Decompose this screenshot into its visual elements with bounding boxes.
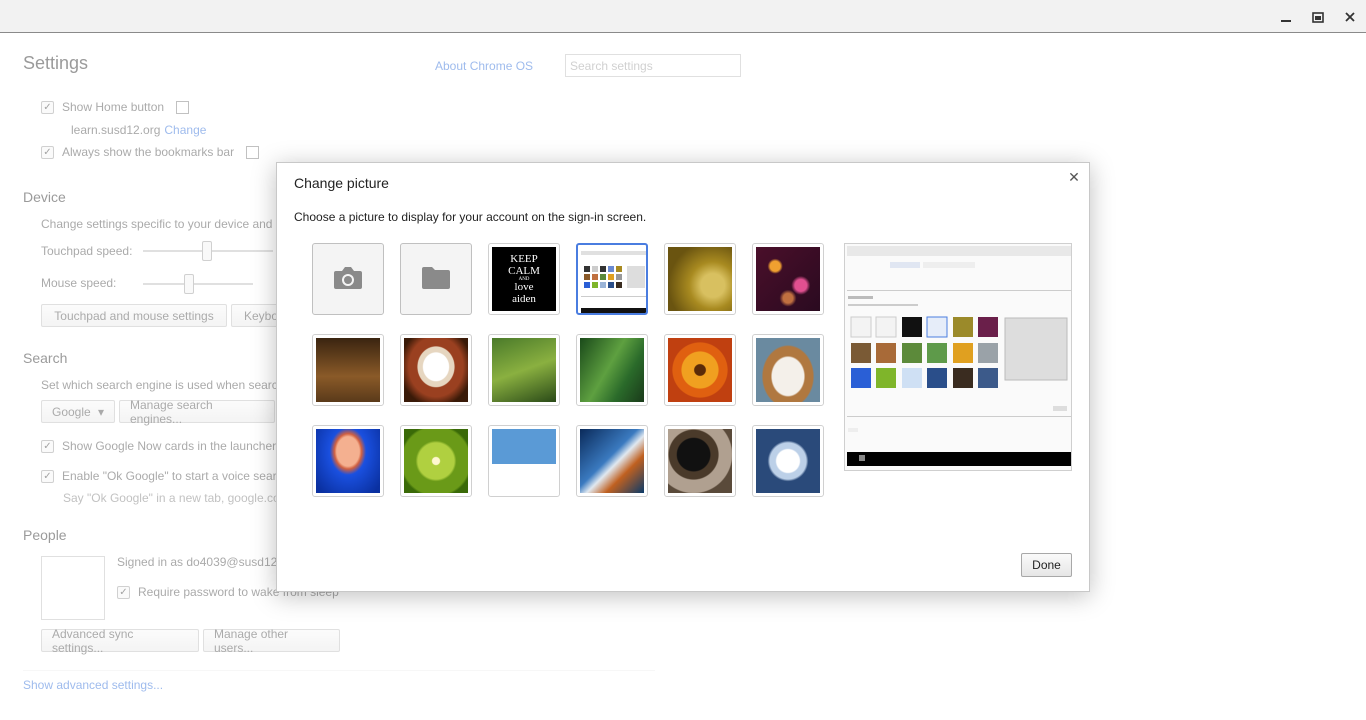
done-button[interactable]: Done [1021,553,1072,577]
camera-tile[interactable] [312,243,384,315]
fish-image [580,429,644,493]
chevron-down-icon: ▾ [97,404,104,419]
jellyfish-image [316,429,380,493]
device-heading: Device [23,189,66,205]
people-heading: People [23,527,67,543]
signed-in-label: Signed in as do4039@susd12 [117,555,278,569]
advanced-sync-button[interactable]: Advanced sync settings... [41,627,199,655]
dog-image [756,338,820,402]
home-url: learn.susd12.org [71,123,161,137]
chess-image [316,338,380,402]
turntable-image [668,429,732,493]
checkbox[interactable]: ✓ [41,439,54,453]
keep-calm-image: KEEP CALM AND love aiden [492,247,556,311]
mouse-slider-knob[interactable] [184,274,194,294]
about-chrome-os-link[interactable]: About Chrome OS [435,59,533,73]
show-advanced-link[interactable]: Show advanced settings... [23,678,163,692]
ok-google-row[interactable]: ✓ Enable "Ok Google" to start a voice se… [41,469,283,483]
checkbox[interactable]: ✓ [41,100,54,114]
search-engine-select[interactable]: Google ▾ [41,400,115,423]
bookmarks-row[interactable]: ✓ Always show the bookmarks bar [41,145,260,159]
ok-google-label: Enable "Ok Google" to start a voice sear… [62,469,283,483]
keep-calm-line5: aiden [512,292,536,305]
search-input[interactable]: Search settings [565,54,741,77]
search-desc: Set which search engine is used when sea… [41,378,278,392]
turntable-picture[interactable] [664,425,736,497]
white-flower-picture[interactable] [752,425,824,497]
show-home-row[interactable]: ✓ Show Home button [41,100,190,114]
file-tile[interactable] [400,243,472,315]
bicycle-image [668,247,732,311]
bicycle-picture[interactable] [664,243,736,315]
white-flower-image [756,429,820,493]
penguin-picture[interactable] [488,425,560,497]
dragonfly-image [492,338,556,402]
close-icon[interactable] [1339,6,1361,28]
enterprise-icon [176,100,190,114]
kiwi-picture[interactable] [400,425,472,497]
frog-picture[interactable] [576,334,648,406]
window-titlebar [0,0,1366,33]
folder-icon [420,265,452,294]
touchpad-speed-label: Touchpad speed: [41,244,133,258]
chess-picture[interactable] [312,334,384,406]
keep-calm-line2: CALM [508,264,540,277]
keep-calm-picture[interactable]: KEEP CALM AND love aiden [488,243,560,315]
page-title: Settings [23,53,89,73]
bookmarks-label: Always show the bookmarks bar [62,145,235,159]
home-url-row: learn.susd12.org Change [71,123,206,137]
dialog-title: Change picture [294,175,389,191]
jellyfish-picture[interactable] [312,425,384,497]
change-link[interactable]: Change [164,123,206,137]
flower-image [668,338,732,402]
minimize-icon[interactable] [1275,6,1297,28]
touchpad-slider-knob[interactable] [202,241,212,261]
checkbox[interactable]: ✓ [41,145,54,159]
manage-search-engines-button[interactable]: Manage search engines... [119,398,275,426]
google-now-row[interactable]: ✓ Show Google Now cards in the launcher [41,439,276,453]
dragonfly-picture[interactable] [488,334,560,406]
mouse-slider[interactable] [143,283,253,285]
checkbox[interactable]: ✓ [117,585,130,599]
coffee-image [404,338,468,402]
keep-calm-line1: KEEP [510,253,538,265]
ok-google-hint: Say "Ok Google" in a new tab, google.co [63,491,280,505]
checkbox[interactable]: ✓ [41,469,54,483]
coffee-picture[interactable] [400,334,472,406]
avatar [41,556,105,620]
bokeh-image [756,247,820,311]
kiwi-image [404,429,468,493]
close-icon[interactable]: ✕ [1067,169,1081,185]
bokeh-picture[interactable] [752,243,824,315]
dog-picture[interactable] [752,334,824,406]
device-desc: Change settings specific to your device … [41,217,273,231]
picture-preview [844,243,1072,471]
show-home-label: Show Home button [62,100,165,114]
flower-picture[interactable] [664,334,736,406]
change-picture-dialog: Change picture ✕ Choose a picture to dis… [276,162,1090,592]
restore-icon[interactable] [1307,6,1329,28]
search-heading: Search [23,350,68,366]
manage-users-button[interactable]: Manage other users... [203,627,340,655]
google-now-label: Show Google Now cards in the launcher [62,439,277,453]
divider [23,670,655,671]
screenshot-picture[interactable] [576,243,648,315]
dialog-description: Choose a picture to display for your acc… [294,210,647,224]
frog-image [580,338,644,402]
camera-icon [332,265,364,294]
fish-picture[interactable] [576,425,648,497]
screenshot-image [581,248,646,313]
mouse-speed-label: Mouse speed: [41,276,117,290]
enterprise-icon [246,145,260,159]
search-engine-value: Google [52,404,91,419]
penguin-image [492,429,556,493]
touchpad-settings-button[interactable]: Touchpad and mouse settings [41,304,227,327]
